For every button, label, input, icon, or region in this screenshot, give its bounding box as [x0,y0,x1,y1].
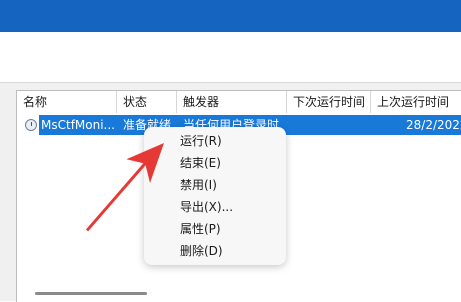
annotation-arrow-icon [85,143,164,232]
